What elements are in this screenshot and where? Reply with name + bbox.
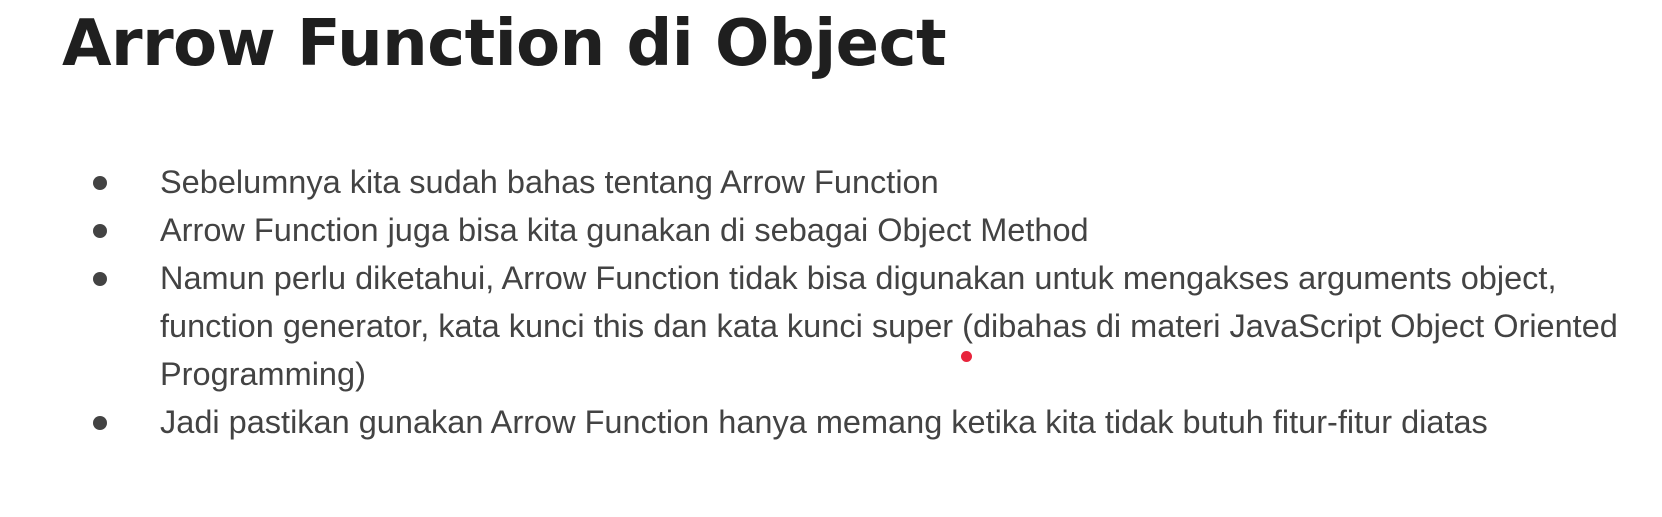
slide-title: Arrow Function di Object [62,7,947,81]
bullet-text: Arrow Function juga bisa kita gunakan di… [160,212,1089,248]
bullet-dot-icon [93,416,107,430]
bullet-list: Sebelumnya kita sudah bahas tentang Arro… [0,158,1662,446]
bullet-dot-icon [93,224,107,238]
bullet-text: Jadi pastikan gunakan Arrow Function han… [160,404,1488,440]
bullet-item: Arrow Function juga bisa kita gunakan di… [0,206,1662,254]
bullet-item: Jadi pastikan gunakan Arrow Function han… [0,398,1662,446]
bullet-text: Namun perlu diketahui, Arrow Function ti… [160,260,1618,392]
bullet-item: Namun perlu diketahui, Arrow Function ti… [0,254,1662,398]
bullet-dot-icon [93,176,107,190]
slide: Arrow Function di Object Sebelumnya kita… [0,0,1662,517]
laser-pointer-icon [961,351,972,362]
bullet-text: Sebelumnya kita sudah bahas tentang Arro… [160,164,939,200]
bullet-item: Sebelumnya kita sudah bahas tentang Arro… [0,158,1662,206]
bullet-dot-icon [93,272,107,286]
